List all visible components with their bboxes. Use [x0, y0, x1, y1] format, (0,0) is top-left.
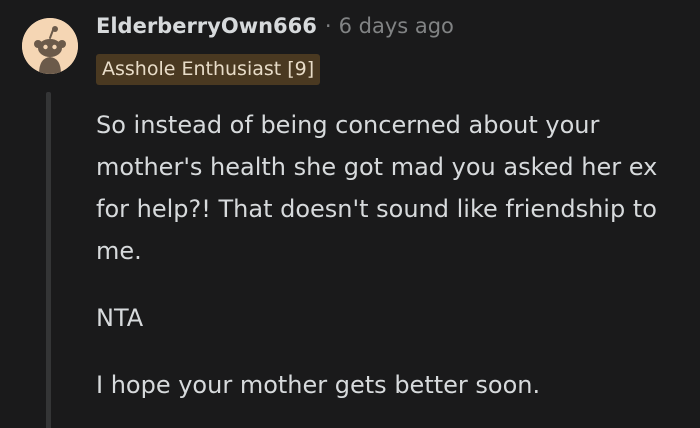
- comment: ElderberryOwn666 · 6 days ago Asshole En…: [0, 0, 700, 428]
- comment-body: So instead of being concerned about your…: [96, 104, 686, 406]
- thread-collapse-line[interactable]: [46, 92, 51, 428]
- comment-paragraph: I hope your mother gets better soon.: [96, 371, 541, 399]
- user-avatar[interactable]: [22, 18, 78, 74]
- header-separator: ·: [324, 14, 332, 38]
- comment-timestamp[interactable]: 6 days ago: [339, 14, 454, 38]
- snoo-avatar-icon: [22, 18, 78, 74]
- comment-header: ElderberryOwn666 · 6 days ago: [96, 10, 454, 42]
- comment-paragraph: So instead of being concerned about your…: [96, 111, 658, 265]
- comment-paragraph: NTA: [96, 304, 144, 332]
- user-flair: Asshole Enthusiast [9]: [96, 54, 321, 85]
- comment-author-link[interactable]: ElderberryOwn666: [96, 14, 317, 38]
